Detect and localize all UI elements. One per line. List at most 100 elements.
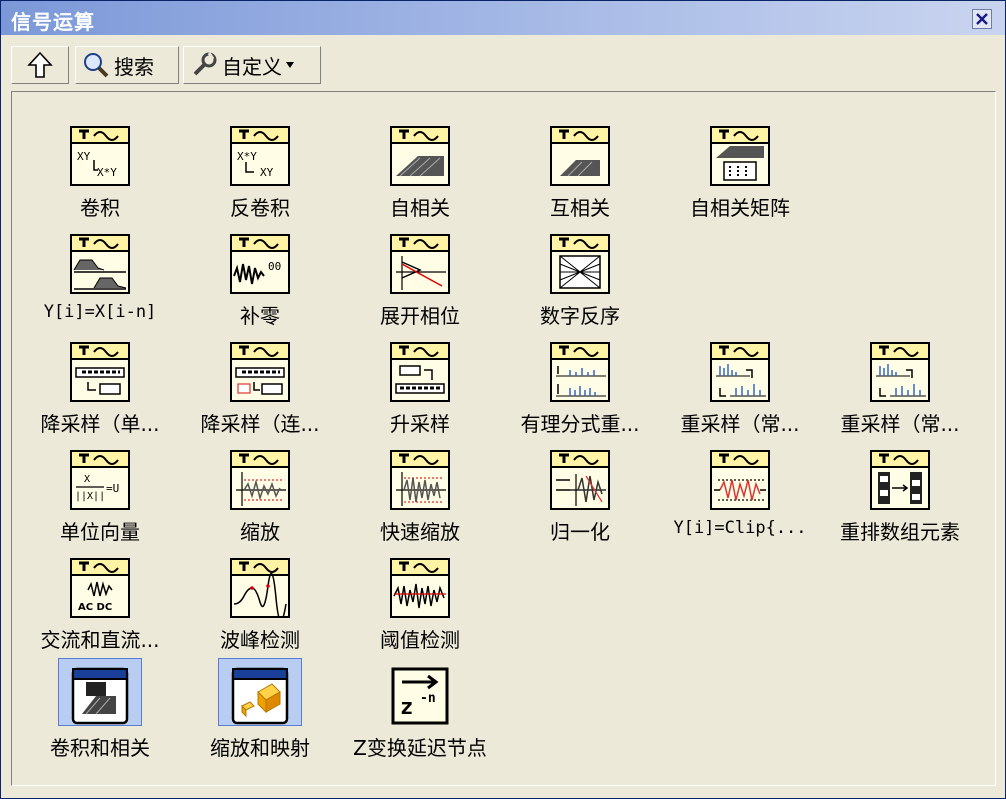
deconvolution-icon: X*Y XY (230, 126, 290, 186)
unit-vector-icon: X ||X|| =U (70, 450, 130, 510)
autocorrelation-icon (390, 126, 450, 186)
palette-item-upsample[interactable]: 升采样 (340, 338, 500, 438)
item-label: 交流和直流... (40, 628, 160, 652)
search-label: 搜索 (114, 54, 154, 79)
palette-toolbar: 搜索 自定义 (11, 46, 321, 84)
glyph-zexp: -n (420, 691, 436, 706)
palette-folder-convolution-correlation[interactable]: 卷积和相关 (20, 658, 180, 762)
glyph-unit-den: ||X|| (75, 491, 105, 502)
threshold-detector-icon (390, 558, 450, 618)
resample-constant-1-icon (710, 342, 770, 402)
scaling-mapping-folder-icon (231, 667, 289, 725)
cross-correlation-icon (550, 126, 610, 186)
glyph-deconv-b: XY (260, 166, 274, 179)
palette-item-autocorrelation-matrix[interactable]: 自相关矩阵 (660, 122, 820, 222)
resample-constant-2-icon (870, 342, 930, 402)
item-label: 有理分式重... (520, 412, 640, 436)
palette-item-unit-vector[interactable]: X ||X|| =U 单位向量 (20, 446, 180, 546)
window-title: 信号运算 (11, 10, 95, 34)
palette-item-resample-constant-2[interactable]: 重采样（常... (820, 338, 980, 438)
up-button[interactable] (11, 46, 69, 84)
palette-item-autocorrelation[interactable]: 自相关 (340, 122, 500, 222)
decimate-single-icon (70, 342, 130, 402)
close-button[interactable] (972, 9, 992, 29)
palette-item-decimate-single[interactable]: 降采样（单... (20, 338, 180, 438)
autocorrelation-matrix-icon (710, 126, 770, 186)
palette-item-decimate-continuous[interactable]: 降采样（连... (180, 338, 340, 438)
item-label: 自相关 (390, 196, 450, 220)
reorder-array-icon (870, 450, 930, 510)
item-label: 互相关 (550, 196, 610, 220)
glyph-acdc: AC DC (78, 602, 112, 613)
item-label: 补零 (240, 304, 280, 328)
palette-item-digit-reverse[interactable]: 数字反序 (500, 230, 660, 330)
item-label: 阈值检测 (380, 628, 460, 652)
item-label: 缩放 (240, 520, 280, 544)
item-label: 自相关矩阵 (690, 196, 790, 220)
item-label: 波峰检测 (220, 628, 300, 652)
shift-icon (70, 234, 130, 294)
rational-resample-icon (550, 342, 610, 402)
item-label: Y[i]=X[i-n] (43, 302, 157, 322)
scale-icon (230, 450, 290, 510)
palette-item-threshold-detector[interactable]: 阈值检测 (340, 554, 500, 654)
glyph-deconv-a: X*Y (237, 150, 257, 163)
item-label: 数字反序 (540, 304, 620, 328)
palette-content: XY X*Y 卷积 X*Y XY 反卷积 自相关 互相关 自相关矩阵 Y[i]=… (11, 91, 996, 786)
palette-item-resample-constant-1[interactable]: 重采样（常... (660, 338, 820, 438)
palette-item-rational-resample[interactable]: 有理分式重... (500, 338, 660, 438)
zero-padder-icon: 00 (230, 234, 290, 294)
item-label: 卷积 (80, 196, 120, 220)
palette-item-scale[interactable]: 缩放 (180, 446, 340, 546)
palette-item-normalize[interactable]: 归一化 (500, 446, 660, 546)
palette-item-shift[interactable]: Y[i]=X[i-n] (20, 230, 180, 330)
palette-item-peak-detector[interactable]: 波峰检测 (180, 554, 340, 654)
glyph-pad: 00 (268, 260, 281, 273)
peak-detector-icon (230, 558, 290, 618)
palette-item-cross-correlation[interactable]: 互相关 (500, 122, 660, 222)
magnifier-icon (84, 53, 109, 78)
quick-scale-icon (390, 450, 450, 510)
palette-folder-scaling-mapping[interactable]: 缩放和映射 (180, 658, 340, 762)
item-label: 快速缩放 (380, 520, 460, 544)
normalize-icon (550, 450, 610, 510)
item-label: 降采样（连... (200, 412, 320, 436)
z-transform-delay-icon: z -n (391, 667, 449, 725)
digit-reverse-icon (550, 234, 610, 294)
item-label: 重排数组元素 (840, 520, 960, 544)
palette-item-deconvolution[interactable]: X*Y XY 反卷积 (180, 122, 340, 222)
upsample-icon (390, 342, 450, 402)
palette-item-zero-padder[interactable]: 00 补零 (180, 230, 340, 330)
glyph-unit-res: =U (106, 482, 119, 495)
customize-button[interactable]: 自定义 (183, 46, 321, 84)
item-label: Z变换延迟节点 (353, 736, 487, 760)
item-label: Y[i]=Clip{... (673, 518, 807, 538)
item-label: 升采样 (390, 412, 450, 436)
item-label: 卷积和相关 (50, 736, 150, 760)
dropdown-arrow-icon (286, 62, 294, 68)
palette-item-quick-scale[interactable]: 快速缩放 (340, 446, 500, 546)
convolution-icon: XY X*Y (70, 126, 130, 186)
title-bar[interactable]: 信号运算 (1, 1, 1005, 35)
glyph-conv-a: XY (77, 150, 91, 163)
convolution-folder-icon (71, 667, 129, 725)
item-label: 反卷积 (230, 196, 290, 220)
decimate-continuous-icon (230, 342, 290, 402)
close-icon (976, 13, 988, 25)
signal-operation-palette: 信号运算 搜索 自定义 XY X*Y 卷积 X*Y XY 反卷积 自相关 互相关… (0, 0, 1006, 799)
glyph-conv-b: X*Y (97, 166, 117, 179)
item-label: 降采样（单... (40, 412, 160, 436)
palette-item-clip[interactable]: Y[i]=Clip{... (660, 446, 820, 546)
palette-item-reorder-array[interactable]: 重排数组元素 (820, 446, 980, 546)
unwrap-phase-icon (390, 234, 450, 294)
palette-item-ac-dc[interactable]: AC DC 交流和直流... (20, 554, 180, 654)
item-label: 单位向量 (60, 520, 140, 544)
item-label: 展开相位 (380, 304, 460, 328)
palette-item-z-transform-delay[interactable]: z -n Z变换延迟节点 (340, 662, 500, 762)
palette-item-convolution[interactable]: XY X*Y 卷积 (20, 122, 180, 222)
glyph-zbase: z (400, 695, 413, 720)
palette-item-unwrap-phase[interactable]: 展开相位 (340, 230, 500, 330)
search-button[interactable]: 搜索 (75, 46, 179, 84)
customize-label: 自定义 (222, 54, 282, 79)
arrow-up-icon (27, 51, 53, 78)
